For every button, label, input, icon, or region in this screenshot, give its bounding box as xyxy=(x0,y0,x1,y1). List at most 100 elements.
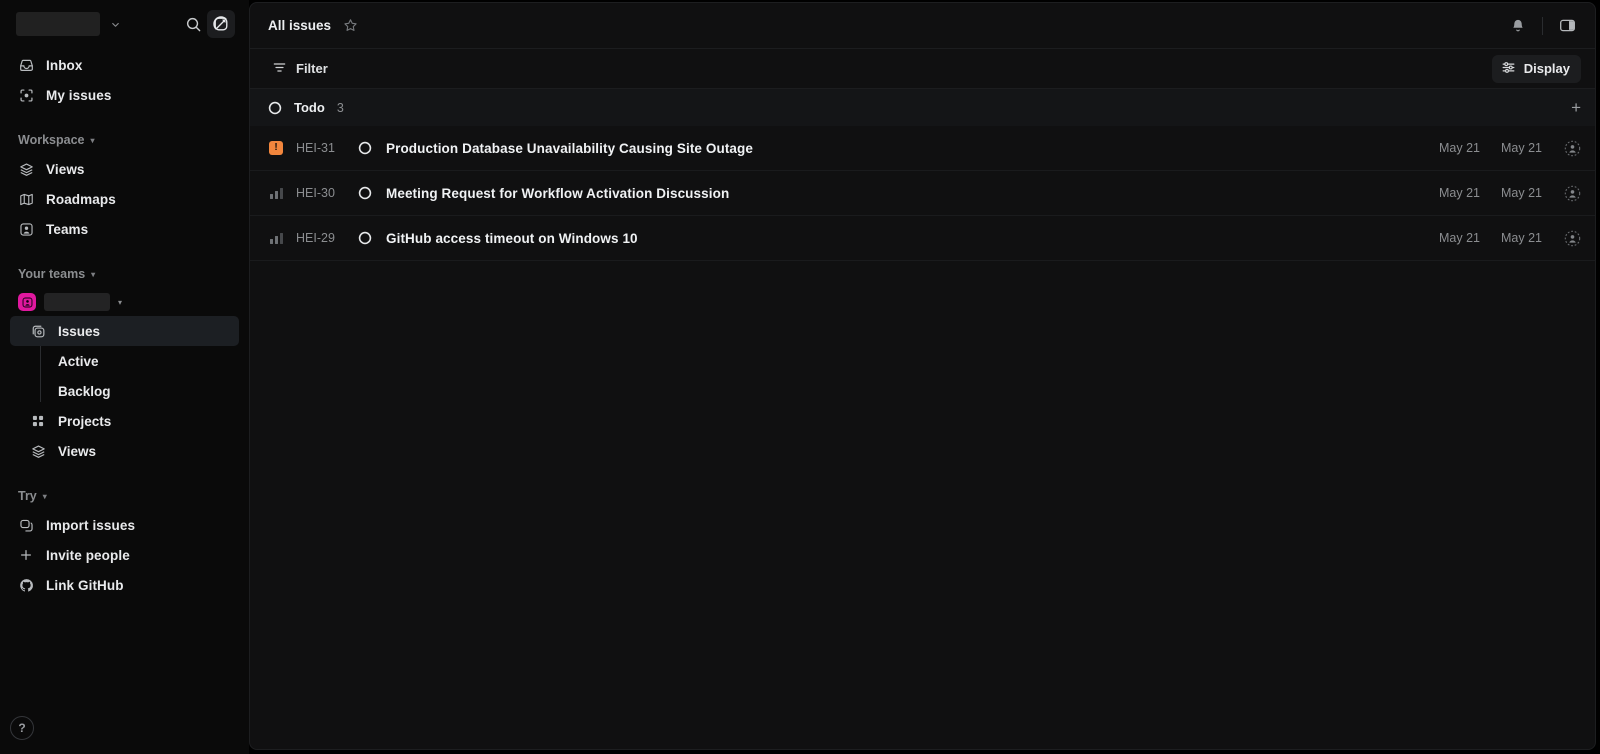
compose-icon[interactable] xyxy=(207,10,235,38)
chevron-down-icon[interactable] xyxy=(110,19,121,30)
workspace-group-header[interactable]: Workspace ▾ xyxy=(10,126,239,154)
chevron-down-icon[interactable]: ▾ xyxy=(118,298,122,307)
group-header-todo: Todo 3 + xyxy=(250,89,1595,126)
group-count: 3 xyxy=(336,100,344,115)
plus-icon xyxy=(18,547,34,563)
sidebar-header xyxy=(0,0,249,48)
sidebar-item-backlog[interactable]: Backlog xyxy=(10,376,239,406)
sidebar-item-active[interactable]: Active xyxy=(10,346,239,376)
sidebar-item-label: Inbox xyxy=(46,57,83,73)
issue-identifier: HEI-31 xyxy=(296,141,335,155)
inbox-icon xyxy=(18,57,34,73)
no-priority-icon[interactable] xyxy=(268,187,284,199)
chevron-down-icon: ▾ xyxy=(42,491,47,501)
no-priority-icon[interactable] xyxy=(268,232,284,244)
sidebar-item-import-issues[interactable]: Import issues xyxy=(10,510,239,540)
toolbar-divider xyxy=(1542,16,1543,35)
import-icon xyxy=(18,517,34,533)
unassigned-avatar-icon[interactable] xyxy=(1564,140,1581,157)
team-subnav: Issues Active Backlog Projects Views xyxy=(10,316,239,466)
workspace-group-label: Workspace xyxy=(18,133,85,147)
table-row[interactable]: ! HEI-31 Production Database Unavailabil… xyxy=(250,126,1595,171)
sidebar-item-teams[interactable]: Teams xyxy=(10,214,239,244)
tree-guide-line xyxy=(40,346,41,402)
sidebar-item-label: Active xyxy=(58,353,99,369)
sidebar-item-link-github[interactable]: Link GitHub xyxy=(10,570,239,600)
team-selector[interactable]: ▾ xyxy=(10,288,239,316)
sidebar-item-roadmaps[interactable]: Roadmaps xyxy=(10,184,239,214)
side-panel-icon[interactable] xyxy=(1553,12,1581,40)
unassigned-avatar-icon[interactable] xyxy=(1564,185,1581,202)
sidebar-item-projects[interactable]: Projects xyxy=(10,406,239,436)
sidebar-teams-section: Your teams ▾ ▾ Issues Active Backlog Pro… xyxy=(0,244,249,466)
todo-circle-icon[interactable] xyxy=(358,186,372,200)
views-icon xyxy=(18,161,34,177)
chevron-down-icon: ▾ xyxy=(90,135,95,145)
filter-label: Filter xyxy=(296,61,328,76)
sidebar-item-views[interactable]: Views xyxy=(10,154,239,184)
my-issues-icon xyxy=(18,87,34,103)
sidebar-item-label: Issues xyxy=(58,323,101,339)
issue-title: GitHub access timeout on Windows 10 xyxy=(386,230,638,246)
issue-title: Production Database Unavailability Causi… xyxy=(386,140,753,156)
sidebar-item-invite-people[interactable]: Invite people xyxy=(10,540,239,570)
sidebar-item-label: Import issues xyxy=(46,517,136,533)
filter-button[interactable]: Filter xyxy=(268,56,336,82)
sidebar-item-issues[interactable]: Issues xyxy=(10,316,239,346)
try-group-header[interactable]: Try ▾ xyxy=(10,482,239,510)
sidebar-item-my-issues[interactable]: My issues xyxy=(10,80,239,110)
issue-date-created: May 21 xyxy=(1439,186,1480,200)
issues-subitems: Active Backlog xyxy=(10,346,239,406)
sidebar: Inbox My issues Workspace ▾ Views Roadma… xyxy=(0,0,249,754)
page-title: All issues xyxy=(268,18,332,33)
your-teams-group-header[interactable]: Your teams ▾ xyxy=(10,260,239,288)
table-row[interactable]: HEI-30 Meeting Request for Workflow Acti… xyxy=(250,171,1595,216)
sidebar-item-label: Views xyxy=(58,443,97,459)
views-icon xyxy=(30,443,46,459)
github-icon xyxy=(18,577,34,593)
team-name-redacted xyxy=(44,293,110,311)
filter-icon xyxy=(272,60,287,78)
sidebar-item-label: Roadmaps xyxy=(46,191,116,207)
search-icon[interactable] xyxy=(179,10,207,38)
group-title: Todo xyxy=(294,100,325,115)
sidebar-item-label: Backlog xyxy=(58,383,111,399)
sidebar-item-label: Invite people xyxy=(46,547,130,563)
roadmaps-icon xyxy=(18,191,34,207)
star-icon[interactable] xyxy=(343,18,358,33)
todo-circle-icon[interactable] xyxy=(358,141,372,155)
issue-date-created: May 21 xyxy=(1439,231,1480,245)
sidebar-primary-nav: Inbox My issues xyxy=(0,48,249,110)
try-group-label: Try xyxy=(18,489,37,503)
todo-circle-icon xyxy=(268,101,282,115)
table-row[interactable]: HEI-29 GitHub access timeout on Windows … xyxy=(250,216,1595,261)
issue-list: ! HEI-31 Production Database Unavailabil… xyxy=(250,126,1595,749)
display-button[interactable]: Display xyxy=(1491,54,1581,83)
chevron-down-icon: ▾ xyxy=(91,269,96,279)
filter-bar: Filter Display xyxy=(250,49,1595,89)
your-teams-group-label: Your teams xyxy=(18,267,86,281)
sidebar-item-label: My issues xyxy=(46,87,112,103)
sidebar-item-label: Teams xyxy=(46,221,89,237)
team-avatar-icon xyxy=(18,293,36,311)
sidebar-item-team-views[interactable]: Views xyxy=(10,436,239,466)
bell-icon[interactable] xyxy=(1504,12,1532,40)
issue-date-updated: May 21 xyxy=(1501,186,1542,200)
sidebar-footer: ? xyxy=(0,716,249,754)
add-issue-button[interactable]: + xyxy=(1571,99,1581,116)
main-panel: All issues Filter Display Todo 3 + ! HEI… xyxy=(249,2,1596,750)
teams-icon xyxy=(18,221,34,237)
issues-icon xyxy=(30,323,46,339)
issue-date-created: May 21 xyxy=(1439,141,1480,155)
urgent-priority-icon[interactable]: ! xyxy=(268,141,284,155)
sidebar-workspace-section: Workspace ▾ Views Roadmaps Teams xyxy=(0,110,249,244)
sidebar-try-section: Try ▾ Import issues Invite people Link G… xyxy=(0,466,249,600)
help-icon[interactable]: ? xyxy=(10,716,34,740)
sidebar-item-label: Projects xyxy=(58,413,112,429)
sliders-icon xyxy=(1501,60,1516,78)
sidebar-item-inbox[interactable]: Inbox xyxy=(10,50,239,80)
todo-circle-icon[interactable] xyxy=(358,231,372,245)
workspace-name-redacted[interactable] xyxy=(16,12,100,36)
unassigned-avatar-icon[interactable] xyxy=(1564,230,1581,247)
issue-identifier: HEI-29 xyxy=(296,231,335,245)
